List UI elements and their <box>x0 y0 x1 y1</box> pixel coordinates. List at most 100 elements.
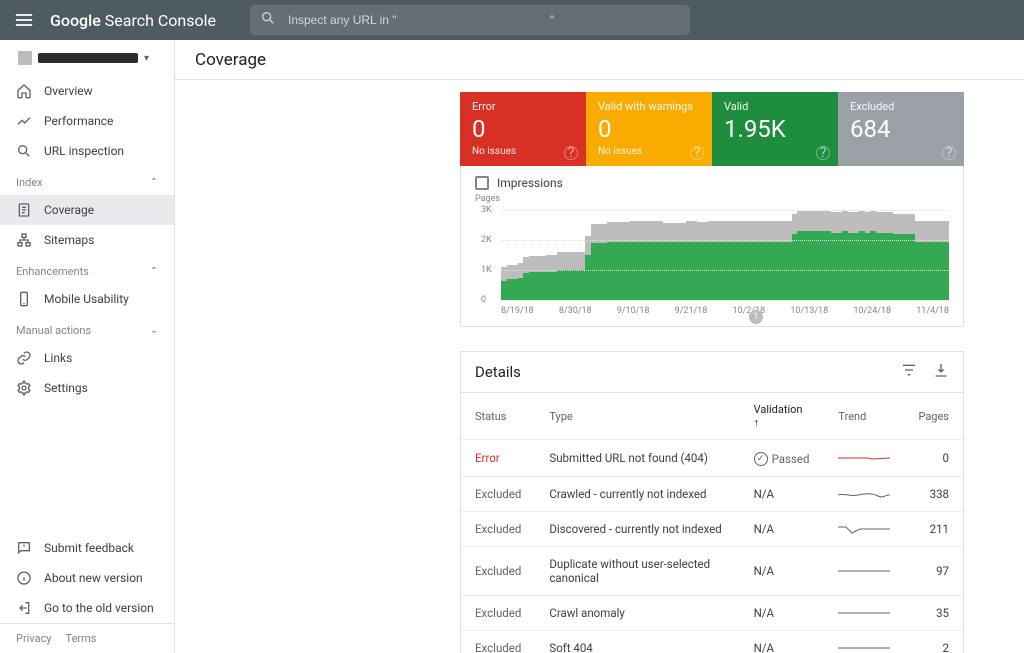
info-icon[interactable]: ? <box>564 146 578 160</box>
trend-sparkline <box>838 452 890 464</box>
details-title: Details <box>475 363 521 381</box>
col-status[interactable]: Status <box>461 393 535 440</box>
cell-validation: N/A <box>740 596 825 631</box>
url-inspect-input[interactable] <box>286 12 680 28</box>
y-tick: 3K <box>481 205 492 215</box>
sidebar-item-label: Sitemaps <box>44 233 94 247</box>
cell-type: Duplicate without user-selected canonica… <box>535 547 739 596</box>
chart-y-title: Pages <box>475 194 500 204</box>
details-card: Details StatusTypeValidation ↑TrendPages… <box>460 351 964 653</box>
cell-status: Excluded <box>461 477 535 512</box>
impressions-toggle[interactable]: Impressions <box>475 176 949 190</box>
summary-card-valid-with-warnings[interactable]: Valid with warnings0No issues? <box>586 92 712 166</box>
sidebar-item-go-to-the-old-version[interactable]: Go to the old version <box>0 593 174 623</box>
sidebar-item-mobile-usability[interactable]: Mobile Usability <box>0 284 174 314</box>
cell-pages: 211 <box>904 512 963 547</box>
info-icon[interactable]: ? <box>942 146 956 160</box>
table-row[interactable]: ExcludedCrawl anomalyN/A35 <box>461 596 963 631</box>
x-tick: 8/30/18 <box>559 306 592 316</box>
sidebar-item-performance[interactable]: Performance <box>0 106 174 136</box>
app-header: Google Search Console <box>0 0 1024 40</box>
footer-terms-link[interactable]: Terms <box>66 632 97 645</box>
summary-card-valid[interactable]: Valid 1.95K? <box>712 92 838 166</box>
cell-trend <box>824 596 904 631</box>
sidebar-item-url-inspection[interactable]: URL inspection <box>0 136 174 166</box>
trend-icon <box>16 113 32 129</box>
coverage-chart: Pages 01K2K3K 8/19/188/30/189/10/189/21/… <box>475 198 949 318</box>
info-icon[interactable]: ? <box>816 146 830 160</box>
table-row[interactable]: ExcludedSoft 404N/A2 <box>461 631 963 653</box>
chart-slider-knob[interactable]: 1 <box>749 310 763 324</box>
coverage-summary-cards: Error0No issues?Valid with warnings0No i… <box>460 92 964 166</box>
table-row[interactable]: ErrorSubmitted URL not found (404)✓Passe… <box>461 440 963 477</box>
cell-validation: N/A <box>740 512 825 547</box>
card-subtext: No issues <box>598 146 700 157</box>
exit-icon <box>16 600 32 616</box>
sidebar-item-submit-feedback[interactable]: Submit feedback <box>0 533 174 563</box>
product-name: Search Console <box>105 11 216 30</box>
trend-sparkline <box>838 642 890 653</box>
checkbox-icon[interactable] <box>475 176 489 190</box>
sidebar-section-index[interactable]: Index⌃ <box>0 166 174 195</box>
search-icon <box>16 143 32 159</box>
sidebar-item-label: Settings <box>44 381 88 395</box>
download-icon[interactable] <box>933 362 949 382</box>
chart-bar <box>943 221 949 300</box>
col-validation[interactable]: Validation ↑ <box>740 393 825 440</box>
sidebar-item-links[interactable]: Links <box>0 343 174 373</box>
sidebar-item-settings[interactable]: Settings <box>0 373 174 403</box>
property-selector[interactable]: ▾ <box>12 47 155 69</box>
sidebar-item-about-new-version[interactable]: About new version <box>0 563 174 593</box>
section-label: Enhancements <box>16 265 89 278</box>
col-pages[interactable]: Pages <box>904 393 963 440</box>
cell-trend <box>824 440 904 477</box>
sidebar-section-manual-actions[interactable]: Manual actions⌄ <box>0 314 174 343</box>
sidebar-item-sitemaps[interactable]: Sitemaps <box>0 225 174 255</box>
hamburger-icon[interactable] <box>12 8 36 32</box>
sidebar-footer: Privacy Terms <box>0 623 174 653</box>
card-value: 1.95K <box>724 115 826 143</box>
sidebar-item-coverage[interactable]: Coverage <box>0 195 174 225</box>
card-label: Valid <box>724 100 826 113</box>
cell-pages: 338 <box>904 477 963 512</box>
property-name-redacted <box>38 53 138 63</box>
sidebar-item-label: Performance <box>44 114 113 128</box>
y-tick: 2K <box>481 235 492 245</box>
url-inspect-search[interactable] <box>250 5 690 35</box>
col-type[interactable]: Type <box>535 393 739 440</box>
trend-sparkline <box>838 488 890 500</box>
table-row[interactable]: ExcludedDuplicate without user-selected … <box>461 547 963 596</box>
check-icon: ✓ <box>754 452 768 466</box>
footer-privacy-link[interactable]: Privacy <box>16 632 52 645</box>
table-row[interactable]: ExcludedCrawled - currently not indexedN… <box>461 477 963 512</box>
sidebar-item-label: Coverage <box>44 203 94 217</box>
sidebar-item-overview[interactable]: Overview <box>0 76 174 106</box>
summary-card-error[interactable]: Error0No issues? <box>460 92 586 166</box>
card-label: Excluded <box>850 100 952 113</box>
cell-status: Excluded <box>461 631 535 653</box>
trend-sparkline <box>838 565 890 577</box>
cell-type: Discovered - currently not indexed <box>535 512 739 547</box>
col-trend[interactable]: Trend <box>824 393 904 440</box>
info-icon[interactable]: ? <box>690 146 704 160</box>
cell-pages: 2 <box>904 631 963 653</box>
gear-icon <box>16 380 32 396</box>
sidebar-section-enhancements[interactable]: Enhancements⌃ <box>0 255 174 284</box>
main-content: Coverage Error0No issues?Valid with warn… <box>175 40 1024 653</box>
cell-type: Submitted URL not found (404) <box>535 440 739 477</box>
x-tick: 10/13/18 <box>790 306 828 316</box>
cell-type: Crawl anomaly <box>535 596 739 631</box>
cell-validation: N/A <box>740 477 825 512</box>
cell-trend <box>824 631 904 653</box>
search-icon <box>260 10 276 30</box>
sidebar: ▾ Overview Performance URL inspection Inde… <box>0 40 175 653</box>
sidebar-item-label: Go to the old version <box>44 601 154 615</box>
sidebar-item-label: Submit feedback <box>44 541 134 555</box>
trend-sparkline <box>838 607 890 619</box>
summary-card-excluded[interactable]: Excluded684? <box>838 92 964 166</box>
property-favicon <box>18 51 32 65</box>
cell-validation: N/A <box>740 547 825 596</box>
table-row[interactable]: ExcludedDiscovered - currently not index… <box>461 512 963 547</box>
page-title: Coverage <box>175 40 1024 80</box>
filter-icon[interactable] <box>901 362 917 382</box>
